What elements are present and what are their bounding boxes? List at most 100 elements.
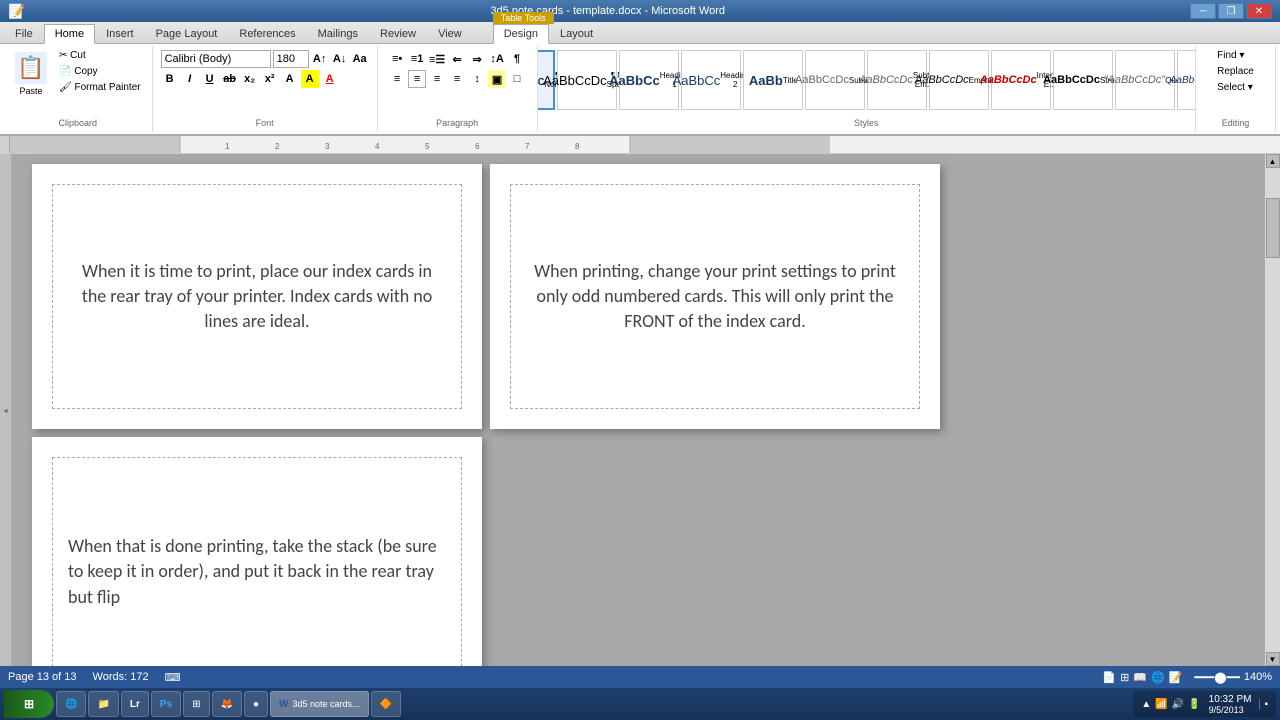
align-left-button[interactable]: ≡ xyxy=(388,70,406,88)
tray-notifications: ▲ xyxy=(1141,699,1151,710)
svg-text:3: 3 xyxy=(325,142,330,151)
taskbar-chrome[interactable]: ● xyxy=(244,691,268,717)
tab-review[interactable]: Review xyxy=(369,24,427,43)
tab-insert[interactable]: Insert xyxy=(95,24,145,43)
lr-icon: Lr xyxy=(130,699,140,710)
text-highlight-button[interactable]: A xyxy=(301,70,319,88)
clear-format-button[interactable]: Aa xyxy=(351,50,369,68)
align-right-button[interactable]: ≡ xyxy=(428,70,446,88)
format-painter-button[interactable]: 🖌 Format Painter xyxy=(54,80,146,95)
window-title: 3d5 note cards - template.docx - Microso… xyxy=(25,5,1190,17)
taskbar-lr[interactable]: Lr xyxy=(121,691,149,717)
document-scroll-area[interactable]: When it is time to print, place our inde… xyxy=(12,154,1264,666)
show-para-button[interactable]: ¶ xyxy=(508,50,526,68)
page-card-3[interactable]: When that is done printing, take the sta… xyxy=(32,437,482,666)
taskbar-word[interactable]: W 3d5 note cards... xyxy=(270,691,369,717)
view-web-icon[interactable]: 🌐 xyxy=(1151,671,1165,684)
view-print-icon[interactable]: 📄 xyxy=(1102,671,1116,684)
style-heading2[interactable]: AaBbCc Heading 2 xyxy=(681,50,741,110)
font-area: A↑ A↓ Aa B I U ab x₂ x² A A A xyxy=(159,48,371,90)
font-format-row: B I U ab x₂ x² A A A xyxy=(161,70,369,88)
page-info: Page 13 of 13 xyxy=(8,671,77,683)
svg-text:8: 8 xyxy=(575,142,580,151)
style-quote[interactable]: "AaBbCcDc" Quote xyxy=(1115,50,1175,110)
style-subtitle[interactable]: AaBbCcDc Subtitle xyxy=(805,50,865,110)
tab-references[interactable]: References xyxy=(228,24,306,43)
ribbon-tab-bar: File Home Insert Page Layout References … xyxy=(0,22,1280,44)
font-label: Font xyxy=(256,118,274,130)
line-spacing-button[interactable]: ↕ xyxy=(468,70,486,88)
scroll-up-button[interactable]: ▲ xyxy=(1266,154,1280,168)
find-button[interactable]: Find ▾ xyxy=(1212,48,1259,63)
style-intense-q[interactable]: AaBbCcDc Intense Q... xyxy=(1177,50,1196,110)
close-button[interactable]: ✕ xyxy=(1246,3,1272,19)
taskbar-ie[interactable]: 🌐 xyxy=(56,691,86,717)
font-group: A↑ A↓ Aa B I U ab x₂ x² A A A Font xyxy=(153,46,378,132)
tab-layout[interactable]: Layout xyxy=(549,24,604,43)
editing-buttons: Find ▾ Replace Select ▾ xyxy=(1212,48,1259,95)
align-center-button[interactable]: ≡ xyxy=(408,70,426,88)
underline-button[interactable]: U xyxy=(201,70,219,88)
font-name-input[interactable] xyxy=(161,50,271,68)
styles-area: AaBbCcDc ¶ Normal AaBbCcDc ¶ No Spac... … xyxy=(538,48,1196,112)
scroll-down-button[interactable]: ▼ xyxy=(1266,652,1280,666)
justify-button[interactable]: ≡ xyxy=(448,70,466,88)
multilevel-button[interactable]: ≡☰ xyxy=(428,50,446,68)
document-area: ◂ When it is time to print, place our in… xyxy=(0,154,1280,666)
paragraph-area: ≡• ≡1 ≡☰ ⇐ ⇒ ↕A ¶ ≡ ≡ ≡ ≡ ↕ ▣ □ xyxy=(386,48,528,90)
restore-button[interactable]: ❐ xyxy=(1218,3,1244,19)
taskbar-firefox[interactable]: 🦊 xyxy=(212,691,242,717)
replace-button[interactable]: Replace xyxy=(1212,64,1259,79)
start-button[interactable]: ⊞ xyxy=(4,690,54,718)
cut-button[interactable]: ✂ Cut xyxy=(54,48,146,63)
superscript-button[interactable]: x² xyxy=(261,70,279,88)
tab-file[interactable]: File xyxy=(4,24,44,43)
page-card-1[interactable]: When it is time to print, place our inde… xyxy=(32,164,482,429)
svg-text:7: 7 xyxy=(525,142,530,151)
show-desktop-button[interactable]: ▪ xyxy=(1259,699,1268,710)
sort-button[interactable]: ↕A xyxy=(488,50,506,68)
status-left: Page 13 of 13 Words: 172 ⌨ xyxy=(8,671,180,684)
taskbar-vlc[interactable]: 🔶 xyxy=(371,691,401,717)
italic-button[interactable]: I xyxy=(181,70,199,88)
select-button[interactable]: Select ▾ xyxy=(1212,80,1259,95)
vertical-scrollbar[interactable]: ▲ ▼ xyxy=(1264,154,1280,666)
zoom-slider[interactable]: ━━━⬤━━ xyxy=(1194,671,1239,684)
view-read-icon[interactable]: 📖 xyxy=(1133,671,1147,684)
zoom-level: 140% xyxy=(1244,671,1272,683)
shrink-font-button[interactable]: A↓ xyxy=(331,50,349,68)
view-fullscreen-icon[interactable]: ⊞ xyxy=(1120,671,1129,684)
font-size-input[interactable] xyxy=(273,50,309,68)
shading-button[interactable]: ▣ xyxy=(488,70,506,88)
copy-button[interactable]: 📄 Copy xyxy=(54,64,146,79)
font-color-button[interactable]: A xyxy=(321,70,339,88)
clipboard-label: Clipboard xyxy=(59,118,98,130)
grow-font-button[interactable]: A↑ xyxy=(311,50,329,68)
para-row1: ≡• ≡1 ≡☰ ⇐ ⇒ ↕A ¶ xyxy=(388,50,526,68)
taskbar-ps[interactable]: Ps xyxy=(151,691,181,717)
taskbar-folder[interactable]: 📁 xyxy=(88,691,118,717)
tab-design[interactable]: Design xyxy=(493,24,549,44)
tab-page-layout[interactable]: Page Layout xyxy=(145,24,229,43)
paste-button[interactable]: 📋 Paste xyxy=(10,48,52,100)
subscript-button[interactable]: x₂ xyxy=(241,70,259,88)
scroll-thumb[interactable] xyxy=(1266,198,1280,258)
minimize-button[interactable]: ─ xyxy=(1190,3,1216,19)
numbering-button[interactable]: ≡1 xyxy=(408,50,426,68)
text-effect-button[interactable]: A xyxy=(281,70,299,88)
bullets-button[interactable]: ≡• xyxy=(388,50,406,68)
svg-text:6: 6 xyxy=(475,142,480,151)
increase-indent-button[interactable]: ⇒ xyxy=(468,50,486,68)
tab-home[interactable]: Home xyxy=(44,24,95,44)
page-card-2[interactable]: When printing, change your print setting… xyxy=(490,164,940,429)
strikethrough-button[interactable]: ab xyxy=(221,70,239,88)
view-draft-icon[interactable]: 📝 xyxy=(1169,671,1183,684)
sidebar-handle[interactable]: ◂ xyxy=(0,154,12,666)
taskbar-windows[interactable]: ⊞ xyxy=(183,691,209,717)
tab-view[interactable]: View xyxy=(427,24,473,43)
decrease-indent-button[interactable]: ⇐ xyxy=(448,50,466,68)
bold-button[interactable]: B xyxy=(161,70,179,88)
style-heading1[interactable]: AaBbCc Heading 1 xyxy=(619,50,679,110)
borders-button[interactable]: □ xyxy=(508,70,526,88)
tab-mailings[interactable]: Mailings xyxy=(307,24,369,43)
